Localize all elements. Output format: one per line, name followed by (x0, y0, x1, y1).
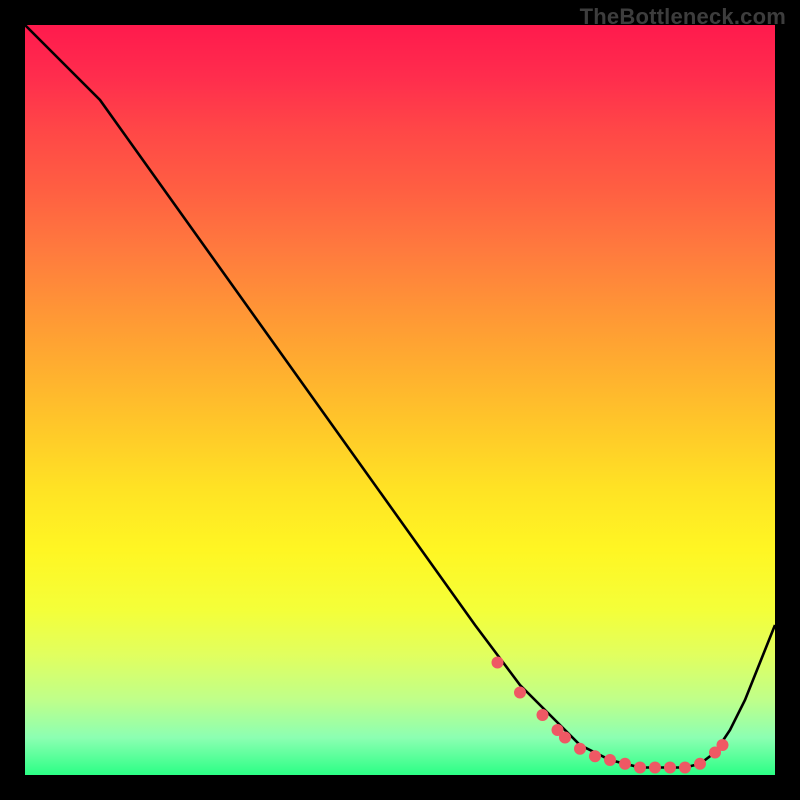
data-marker (537, 709, 549, 721)
data-marker (634, 762, 646, 774)
data-marker (559, 732, 571, 744)
data-marker (492, 657, 504, 669)
marker-group (492, 657, 729, 774)
attribution-label: TheBottleneck.com (580, 4, 786, 30)
data-marker (619, 758, 631, 770)
data-marker (604, 754, 616, 766)
bottleneck-curve (25, 25, 775, 768)
data-marker (589, 750, 601, 762)
data-marker (664, 762, 676, 774)
chart-svg (25, 25, 775, 775)
data-marker (574, 743, 586, 755)
data-marker (679, 762, 691, 774)
data-marker (694, 758, 706, 770)
data-marker (514, 687, 526, 699)
data-marker (717, 739, 729, 751)
chart-plot-area (25, 25, 775, 775)
data-marker (649, 762, 661, 774)
chart-frame: TheBottleneck.com (0, 0, 800, 800)
